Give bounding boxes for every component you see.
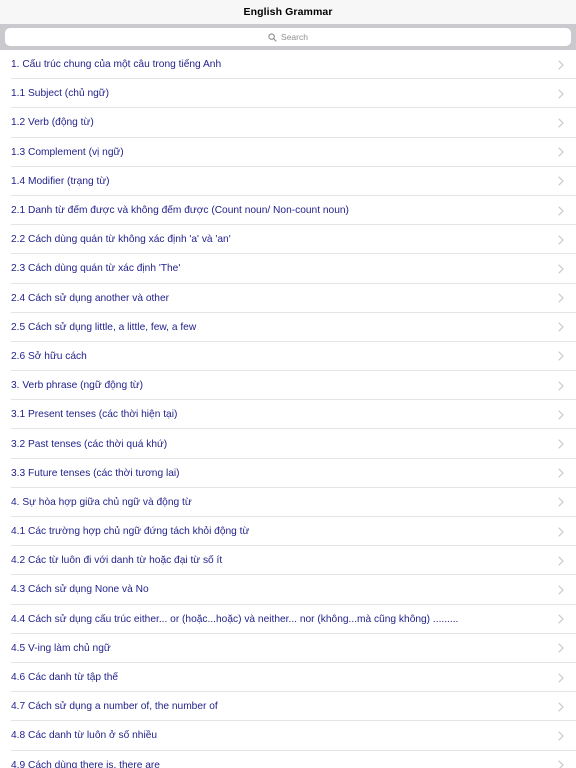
list-item-label: 4.1 Các trường hợp chủ ngữ đứng tách khỏ…	[11, 526, 250, 538]
list-item[interactable]: 2.1 Danh từ đếm được và không đếm được (…	[0, 196, 576, 226]
list-item[interactable]: 2.2 Cách dùng quán từ không xác định 'a'…	[0, 225, 576, 255]
chevron-right-icon	[558, 59, 564, 70]
list-item[interactable]: 4.3 Cách sử dụng None và No	[0, 575, 576, 605]
list-item[interactable]: 4.5 V-ing làm chủ ngữ	[0, 634, 576, 664]
list-item[interactable]: 4.1 Các trường hợp chủ ngữ đứng tách khỏ…	[0, 517, 576, 547]
list-item-label: 2.3 Cách dùng quán từ xác định 'The'	[11, 263, 181, 275]
list-item-label: 4.2 Các từ luôn đi với danh từ hoặc đại …	[11, 555, 223, 567]
search-input[interactable]: Search	[5, 28, 571, 46]
chevron-right-icon	[558, 497, 564, 508]
chevron-right-icon	[558, 147, 564, 157]
list-item-label: 2.5 Cách sử dụng little, a little, few, …	[11, 321, 197, 333]
navigation-bar: English Grammar	[0, 0, 576, 24]
chevron-right-icon	[558, 176, 564, 186]
list-item[interactable]: 4.2 Các từ luôn đi với danh từ hoặc đại …	[0, 546, 576, 576]
chevron-right-icon	[558, 526, 564, 537]
list-item-label: 2.2 Cách dùng quán từ không xác định 'a'…	[11, 234, 231, 246]
list-item-label: 3.1 Present tenses (các thời hiện tại)	[11, 409, 178, 421]
list-item-label: 4.7 Cách sử dụng a number of, the number…	[11, 701, 218, 713]
chevron-right-icon	[558, 468, 564, 478]
list-item[interactable]: 4.6 Các danh từ tập thể	[0, 663, 576, 693]
chevron-right-icon	[558, 556, 564, 566]
list-item-label: 4.3 Cách sử dụng None và No	[11, 584, 149, 596]
chevron-right-icon	[558, 643, 564, 653]
list-item[interactable]: 3.1 Present tenses (các thời hiện tại)	[0, 400, 576, 430]
list-item-label: 4.5 V-ing làm chủ ngữ	[11, 642, 111, 654]
list-item[interactable]: 1.3 Complement (vị ngữ)	[0, 138, 576, 167]
chevron-right-icon	[558, 351, 564, 362]
chevron-right-icon	[558, 264, 564, 274]
list-item[interactable]: 4.7 Cách sử dụng a number of, the number…	[0, 692, 576, 722]
chevron-right-icon	[558, 410, 564, 420]
chevron-right-icon	[558, 205, 564, 216]
list-item-label: 2.1 Danh từ đếm được và không đếm được (…	[11, 205, 349, 217]
list-item[interactable]: 2.5 Cách sử dụng little, a little, few, …	[0, 313, 576, 343]
list-item-label: 4. Sự hòa hợp giữa chủ ngữ và động từ	[11, 496, 192, 508]
chevron-right-icon	[558, 585, 564, 595]
chevron-right-icon	[558, 614, 564, 624]
list-item-label: 4.9 Cách dùng there is, there are	[11, 759, 160, 768]
list-item[interactable]: 1. Cấu trúc chung của một câu trong tiến…	[0, 50, 576, 80]
list-item[interactable]: 4.8 Các danh từ luôn ở số nhiều	[0, 721, 576, 751]
chevron-right-icon	[558, 731, 564, 741]
chevron-right-icon	[558, 439, 564, 449]
chevron-right-icon	[558, 672, 564, 683]
list-item[interactable]: 2.6 Sở hữu cách	[0, 342, 576, 372]
list-item[interactable]: 1.4 Modifier (trạng từ)	[0, 167, 576, 197]
grammar-topic-list: 1. Cấu trúc chung của một câu trong tiến…	[0, 50, 576, 768]
chevron-right-icon	[558, 760, 564, 768]
list-item-label: 4.8 Các danh từ luôn ở số nhiều	[11, 730, 158, 742]
list-item-label: 3.3 Future tenses (các thời tương lai)	[11, 467, 180, 479]
list-item-label: 4.4 Cách sử dụng cấu trúc either... or (…	[11, 613, 459, 625]
list-item-label: 4.6 Các danh từ tập thể	[11, 672, 119, 684]
list-item[interactable]: 3. Verb phrase (ngữ động từ)	[0, 371, 576, 401]
list-item[interactable]: 4. Sự hòa hợp giữa chủ ngữ và động từ	[0, 488, 576, 518]
list-item[interactable]: 3.2 Past tenses (các thời quá khứ)	[0, 429, 576, 459]
list-item[interactable]: 1.2 Verb (động từ)	[0, 108, 576, 138]
list-item-label: 3. Verb phrase (ngữ động từ)	[11, 380, 144, 392]
list-item-label: 3.2 Past tenses (các thời quá khứ)	[11, 438, 168, 450]
list-item-label: 1.2 Verb (động từ)	[11, 117, 94, 129]
search-icon	[268, 32, 277, 42]
list-item[interactable]: 4.4 Cách sử dụng cấu trúc either... or (…	[0, 605, 576, 634]
list-item-label: 1.4 Modifier (trạng từ)	[11, 175, 110, 187]
list-item-label: 1.3 Complement (vị ngữ)	[11, 146, 124, 158]
chevron-right-icon	[558, 118, 564, 128]
list-item[interactable]: 4.9 Cách dùng there is, there are	[0, 751, 576, 768]
list-item[interactable]: 2.3 Cách dùng quán từ xác định 'The'	[0, 254, 576, 284]
chevron-right-icon	[558, 89, 564, 99]
list-item[interactable]: 2.4 Cách sử dụng another và other	[0, 284, 576, 313]
list-item-label: 1.1 Subject (chủ ngữ)	[11, 88, 109, 100]
chevron-right-icon	[558, 381, 564, 391]
chevron-right-icon	[558, 702, 564, 712]
chevron-right-icon	[558, 293, 564, 303]
list-item-label: 2.6 Sở hữu cách	[11, 350, 87, 362]
page-title: English Grammar	[243, 6, 333, 18]
search-placeholder: Search	[281, 32, 308, 42]
list-item[interactable]: 1.1 Subject (chủ ngữ)	[0, 79, 576, 109]
search-bar: Search	[0, 24, 576, 50]
chevron-right-icon	[558, 322, 564, 332]
chevron-right-icon	[558, 235, 564, 245]
list-item-label: 2.4 Cách sử dụng another và other	[11, 292, 170, 304]
list-item-label: 1. Cấu trúc chung của một câu trong tiến…	[11, 59, 222, 71]
list-item[interactable]: 3.3 Future tenses (các thời tương lai)	[0, 459, 576, 489]
